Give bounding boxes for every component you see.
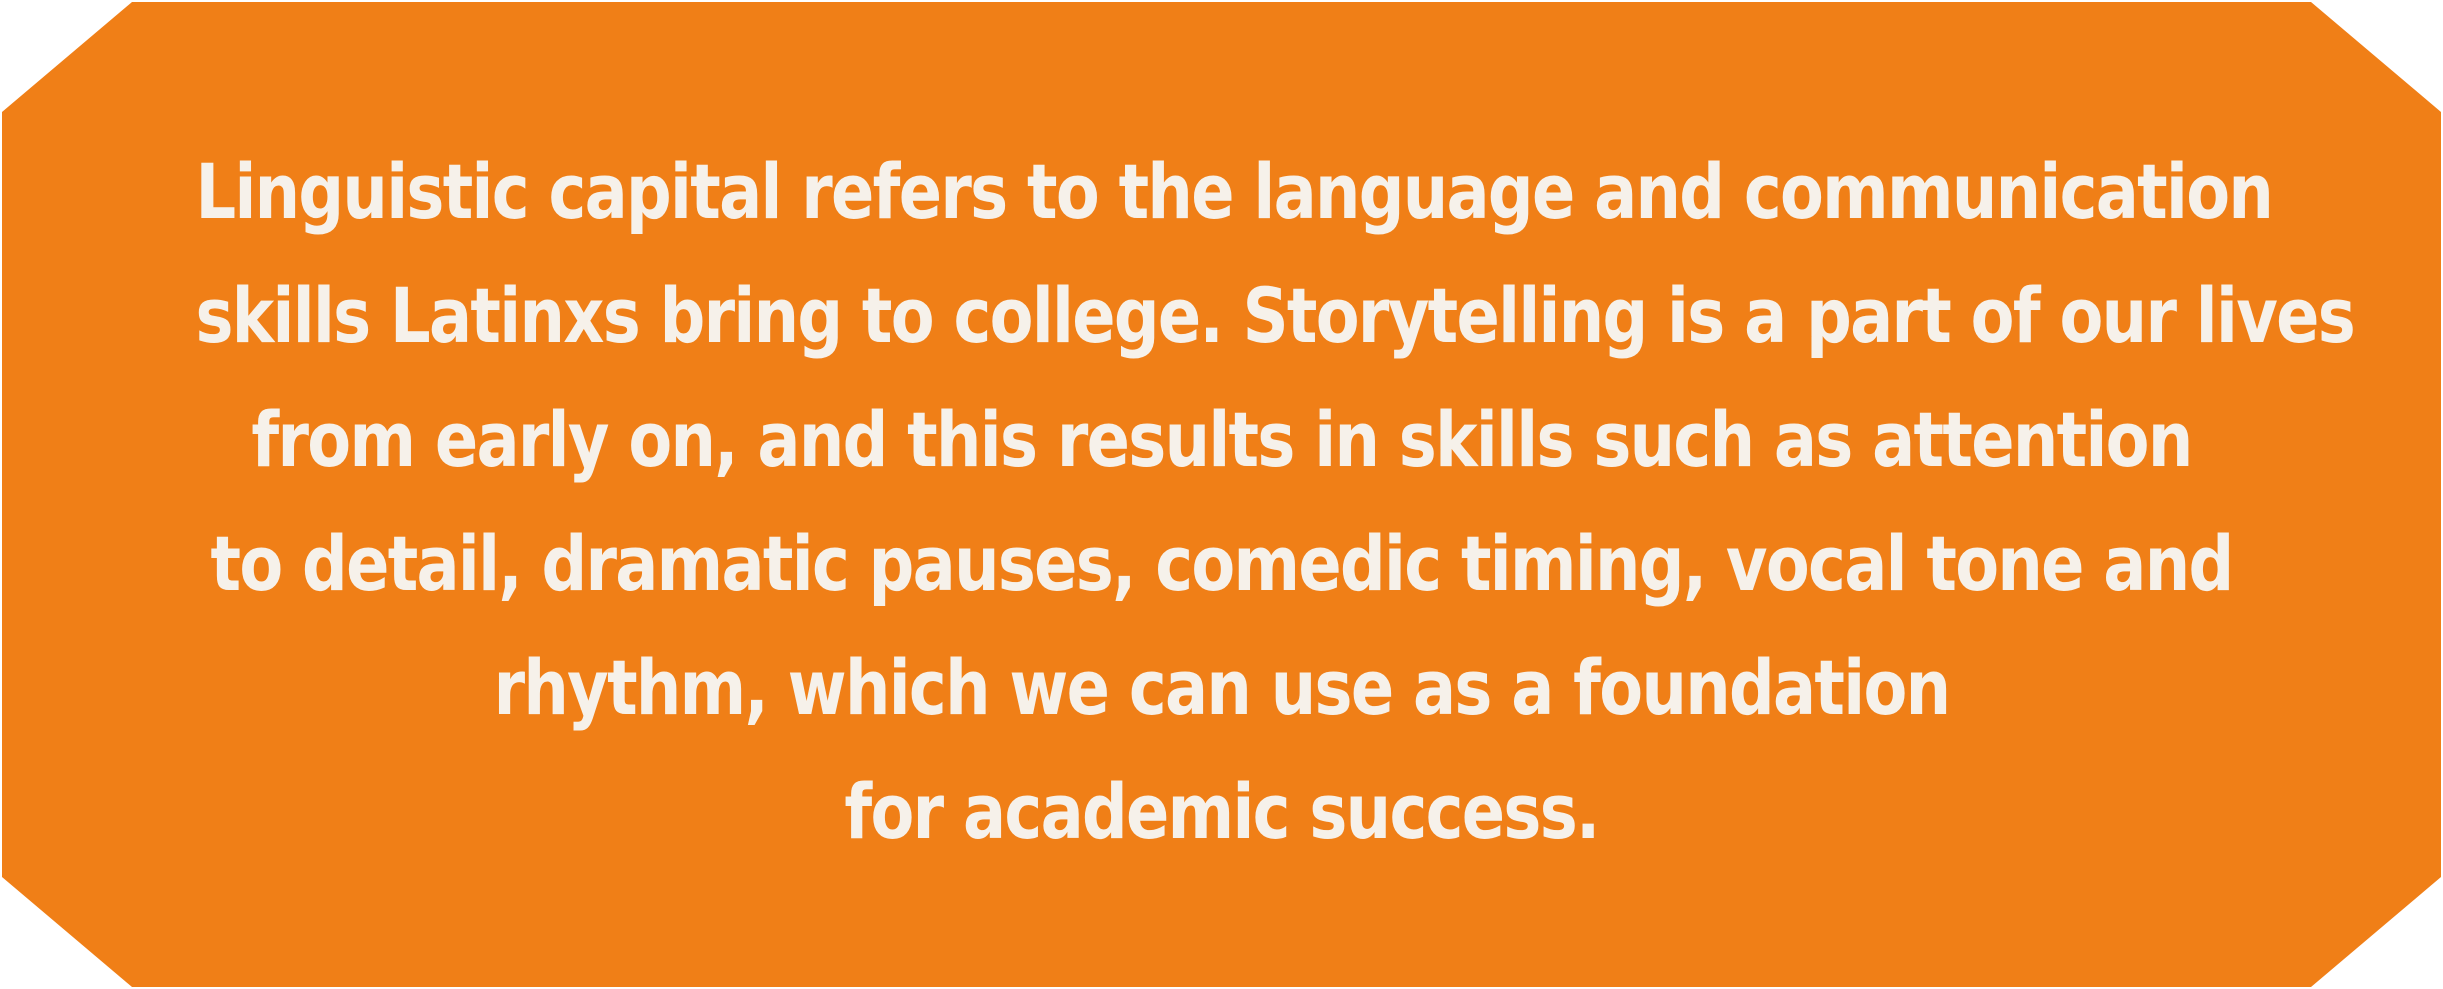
- paragraph-line-5: rhythm, which we can use as a foundation: [493, 643, 1952, 732]
- paragraph-line-4: to detail, dramatic pauses, comedic timi…: [210, 519, 2234, 608]
- paragraph-line-1: Linguistic capital refers to the languag…: [195, 147, 2273, 236]
- paragraph: Linguistic capital refers to the languag…: [195, 130, 2355, 874]
- paragraph-line-6: for academic success.: [844, 767, 1600, 856]
- paragraph-line-2: skills Latinxs bring to college. Storyte…: [195, 271, 2355, 360]
- paragraph-line-3: from early on, and this results in skill…: [251, 395, 2193, 484]
